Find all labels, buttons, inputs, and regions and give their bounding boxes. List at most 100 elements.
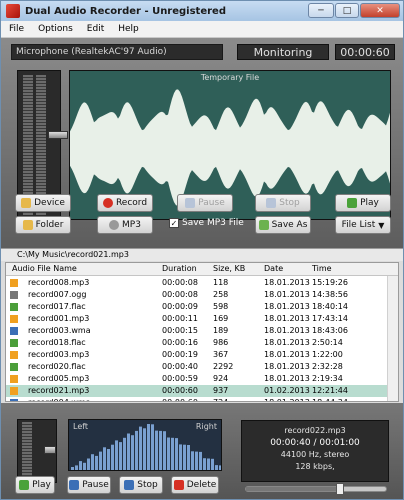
cell-date: 18.01.2013 <box>264 350 310 359</box>
file-list-button[interactable]: File List ▼ <box>335 216 391 234</box>
cell-name: record018.flac <box>28 338 86 347</box>
save-mp3-checkbox[interactable]: ✓ <box>169 218 179 228</box>
cell-size: 169 <box>213 314 229 323</box>
ogg-file-icon <box>10 291 18 299</box>
file-list-scrollbar[interactable] <box>387 276 398 401</box>
menu-file[interactable]: File <box>9 24 24 34</box>
now-playing-file: record022.mp3 <box>284 426 346 435</box>
menu-bar: File Options Edit Help <box>1 21 403 38</box>
chevron-down-icon: ▼ <box>378 220 385 230</box>
input-source-display[interactable]: Microphone (RealtekAC'97 Audio) <box>11 44 223 60</box>
menu-help[interactable]: Help <box>118 24 139 34</box>
table-row[interactable]: record021.mp3 00:00:60 937 01.02.2013 12:21:… <box>6 385 398 397</box>
cell-time: 2:19:34 <box>312 374 343 383</box>
table-row[interactable]: record003.wma 00:00:15 189 18.01.2013 18:43:… <box>6 325 398 337</box>
device-icon <box>21 198 32 208</box>
delete-button[interactable]: Delete <box>171 476 219 494</box>
cell-time: 17:43:14 <box>312 314 348 323</box>
cell-size: 258 <box>213 290 229 299</box>
output-volume-slider[interactable] <box>44 446 56 454</box>
cell-size: 986 <box>213 338 229 347</box>
table-row[interactable]: record017.flac 00:00:09 598 18.01.2013 18:40… <box>6 301 398 313</box>
cell-size: 924 <box>213 374 229 383</box>
window-title: Dual Audio Recorder - Unregistered <box>25 5 226 17</box>
recorder-panel: Microphone (RealtekAC'97 Audio) Monitori… <box>1 38 403 248</box>
cell-name: record003.mp3 <box>28 350 90 359</box>
stop-button[interactable]: Stop <box>255 194 311 212</box>
save-icon <box>258 220 269 230</box>
table-row[interactable]: record004.wma 00:00:60 724 18.01.201318:44:… <box>6 397 398 401</box>
cell-duration: 00:00:59 <box>162 374 198 383</box>
column-size[interactable]: Size, KB <box>213 264 245 273</box>
title-bar: Dual Audio Recorder - Unregistered ─ □ ✕ <box>1 1 403 21</box>
record-icon <box>102 198 113 208</box>
output-level-meter <box>17 419 57 483</box>
playback-progress-knob[interactable] <box>335 483 344 495</box>
record-button[interactable]: Record <box>97 194 153 212</box>
table-row[interactable]: record007.ogg 00:00:08 258 18.01.2013 14:38:… <box>6 289 398 301</box>
table-row[interactable]: record020.flac 00:00:40 2292 18.01.2013 2:32… <box>6 361 398 373</box>
cell-date: 18.01.2013 <box>264 374 310 383</box>
app-icon <box>6 4 20 18</box>
column-duration[interactable]: Duration <box>162 264 197 273</box>
status-display: Monitoring <box>237 44 329 60</box>
flac-file-icon <box>10 363 18 371</box>
cell-time: 18:43:06 <box>312 326 348 335</box>
table-row[interactable]: record001.mp3 00:00:11 169 18.01.2013 17:43:… <box>6 313 398 325</box>
spectrum-graphic <box>71 424 221 470</box>
table-row[interactable]: record008.mp3 00:00:08 118 18.01.2013 15:19:… <box>6 277 398 289</box>
input-volume-slider[interactable] <box>48 131 68 139</box>
column-date[interactable]: Date <box>264 264 283 273</box>
cell-size: 598 <box>213 302 229 311</box>
pause-icon <box>185 198 196 208</box>
maximize-button[interactable]: □ <box>335 3 359 18</box>
cell-name: record004.wma <box>28 398 91 401</box>
record-time-display: 00:00:60 <box>335 44 395 60</box>
mp3-format-button[interactable]: MP3 <box>97 216 153 234</box>
device-button[interactable]: Device <box>15 194 71 212</box>
stop-icon <box>124 480 135 490</box>
file-list-header: Audio File Name Duration Size, KB Date T… <box>6 263 398 276</box>
disc-icon <box>109 220 120 230</box>
cell-name: record001.mp3 <box>28 314 90 323</box>
cell-date: 18.01.2013 <box>264 326 310 335</box>
folder-button[interactable]: Folder <box>15 216 71 234</box>
minimize-button[interactable]: ─ <box>308 3 334 18</box>
menu-edit[interactable]: Edit <box>87 24 104 34</box>
cell-time: 12:21:44 <box>312 386 348 395</box>
column-name[interactable]: Audio File Name <box>12 264 77 273</box>
cell-time: 2:50:14 <box>312 338 343 347</box>
player-play-button[interactable]: Play <box>15 476 55 494</box>
table-row[interactable]: record003.mp3 00:00:19 367 18.01.2013 1:22:0… <box>6 349 398 361</box>
play-button[interactable]: Play <box>335 194 391 212</box>
play-icon <box>347 198 358 208</box>
folder-icon <box>22 220 33 230</box>
pause-button[interactable]: Pause <box>177 194 233 212</box>
save-mp3-option[interactable]: ✓ Save MP3 File <box>169 218 244 228</box>
cell-duration: 00:00:08 <box>162 290 198 299</box>
flac-file-icon <box>10 303 18 311</box>
flac-file-icon <box>10 339 18 347</box>
menu-options[interactable]: Options <box>38 24 73 34</box>
column-time[interactable]: Time <box>312 264 332 273</box>
app-window: Dual Audio Recorder - Unregistered ─ □ ✕… <box>0 0 404 500</box>
cell-size: 118 <box>213 278 229 287</box>
cell-time: 1:22:00 <box>312 350 343 359</box>
save-as-button[interactable]: Save As <box>255 216 311 234</box>
wma-file-icon <box>10 327 18 335</box>
table-row[interactable]: record005.mp3 00:00:59 924 18.01.2013 2:19:3… <box>6 373 398 385</box>
now-playing-bitrate: 128 kbps, <box>295 462 335 471</box>
close-button[interactable]: ✕ <box>360 3 400 18</box>
cell-date: 18.01.2013 <box>264 314 310 323</box>
cell-time: 14:38:56 <box>312 290 348 299</box>
cell-size: 2292 <box>213 362 234 371</box>
player-panel: Left Right record022.mp3 00:00:40 / 00:0… <box>1 403 403 499</box>
cell-date: 18.01.2013 <box>264 290 310 299</box>
table-row[interactable]: record018.flac 00:00:16 986 18.01.2013 2:50:… <box>6 337 398 349</box>
playback-progress[interactable] <box>245 483 387 495</box>
now-playing-format: 44100 Hz, stereo <box>280 450 350 459</box>
cell-size: 367 <box>213 350 229 359</box>
player-stop-button[interactable]: Stop <box>119 476 163 494</box>
mp3-file-icon <box>10 315 18 323</box>
player-pause-button[interactable]: Pause <box>67 476 111 494</box>
